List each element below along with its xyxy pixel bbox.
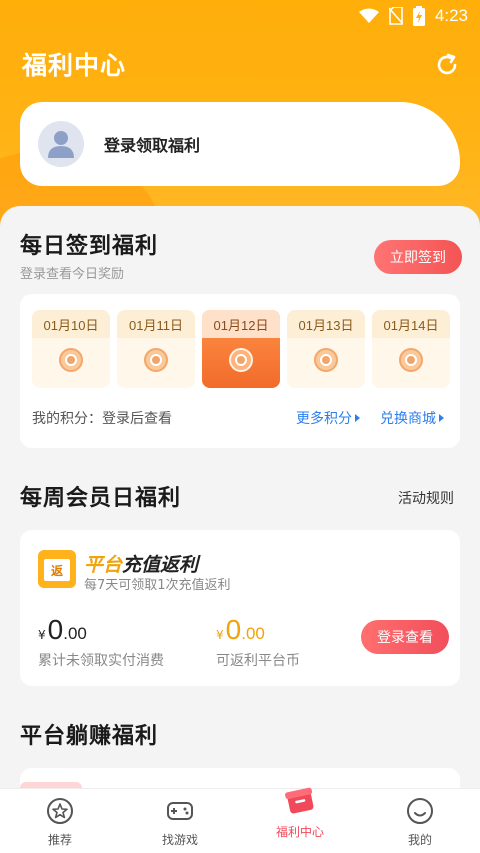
rebate-amount: ¥ 0 .00	[216, 614, 265, 645]
battery-charging-icon	[412, 6, 425, 26]
tab-recommend[interactable]: 推荐	[0, 789, 120, 853]
lie-earn-title: 平台躺赚福利	[20, 724, 159, 749]
coin-icon	[144, 348, 168, 372]
rebate-subtitle: 每7天可领取1次充值返利	[84, 578, 231, 593]
smiley-icon	[407, 798, 433, 824]
tab-label: 找游戏	[161, 833, 198, 847]
signin-day-date: 01月10日	[32, 310, 110, 338]
login-view-button[interactable]: 登录查看	[361, 620, 449, 654]
coin-icon	[314, 348, 338, 372]
coin-icon	[229, 348, 253, 372]
signin-days: 01月10日 01月11日 01月12日 01月13日 01月14日	[32, 310, 450, 388]
no-sim-icon	[388, 7, 403, 25]
more-points-link[interactable]: 更多积分	[296, 408, 360, 428]
gamepad-icon	[167, 802, 193, 820]
wifi-icon	[358, 8, 379, 23]
refresh-icon[interactable]	[434, 52, 460, 78]
signin-day[interactable]: 01月13日	[287, 310, 365, 388]
status-bar: 4:23	[0, 0, 480, 34]
more-points-label: 更多积分	[296, 411, 352, 427]
rebate-logo-icon: 返	[38, 550, 76, 588]
recharge-rebate-card: 返 平台充值返利 每7天可领取1次充值返利 ¥ 0 .00 累计未领取实付消费 …	[20, 530, 460, 686]
activity-rules-link[interactable]: 活动规则	[398, 488, 454, 508]
signin-day[interactable]: 01月11日	[117, 310, 195, 388]
arrow-right-icon	[355, 414, 360, 422]
login-card[interactable]: 登录领取福利	[20, 102, 460, 186]
my-points-label: 我的积分：登录后查看	[32, 411, 172, 427]
tab-label: 福利中心	[275, 825, 324, 839]
login-prompt: 登录领取福利	[104, 136, 201, 155]
coin-icon	[399, 348, 423, 372]
exchange-mall-label: 兑换商城	[380, 411, 436, 427]
user-avatar-icon	[38, 121, 84, 167]
exchange-mall-link[interactable]: 兑换商城	[380, 408, 444, 428]
star-icon	[47, 798, 73, 824]
clock: 4:23	[434, 6, 468, 25]
signin-calendar: 01月10日 01月11日 01月12日 01月13日 01月14日 我的积分：登录后查…	[20, 294, 460, 448]
tab-welfare-center[interactable]: 福利中心	[240, 787, 360, 853]
signin-day[interactable]: 01月14日	[372, 310, 450, 388]
signin-day[interactable]: 01月12日	[202, 310, 280, 388]
daily-signin-title: 每日签到福利	[20, 234, 159, 259]
rebate-title: 平台充值返利	[84, 554, 199, 576]
unclaimed-caption: 累计未领取实付消费	[38, 653, 164, 669]
signin-day-date: 01月12日	[202, 310, 280, 338]
coin-icon	[59, 348, 83, 372]
tab-label: 推荐	[47, 833, 72, 847]
daily-signin-subtitle: 登录查看今日奖励	[20, 267, 125, 282]
tab-label: 我的	[407, 833, 432, 847]
bottom-tab-bar: 推荐 找游戏 福利中心 我的	[0, 787, 480, 853]
gift-icon	[285, 787, 314, 814]
tab-find-games[interactable]: 找游戏	[120, 789, 240, 853]
tab-mine[interactable]: 我的	[360, 789, 480, 853]
page-title: 福利中心	[22, 51, 127, 80]
signin-day-date: 01月11日	[117, 310, 195, 338]
signin-day-date: 01月13日	[287, 310, 365, 338]
rebate-caption: 可返利平台币	[216, 653, 300, 669]
signin-day-date: 01月14日	[372, 310, 450, 338]
weekly-member-title: 每周会员日福利	[20, 486, 182, 511]
arrow-right-icon	[439, 414, 444, 422]
signin-day[interactable]: 01月10日	[32, 310, 110, 388]
signin-button[interactable]: 立即签到	[374, 240, 462, 274]
unclaimed-amount: ¥ 0 .00	[38, 614, 87, 645]
